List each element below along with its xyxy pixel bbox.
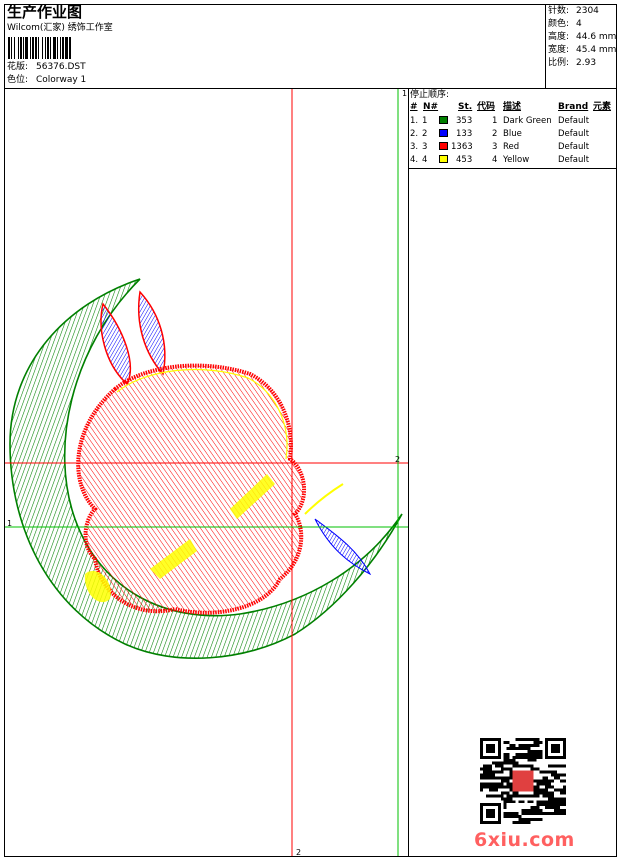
color-swatch (439, 142, 448, 150)
colors-value: 4 (576, 19, 582, 29)
height-value: 44.6 mm (576, 32, 617, 42)
colors-label: 颜色: (548, 19, 570, 29)
col-element: 元素 (593, 102, 612, 112)
colorway-value: Colorway 1 (36, 75, 87, 85)
guide-label: 1 (7, 519, 13, 528)
row-num: 1. (410, 116, 419, 126)
row-desc: Red (503, 142, 520, 152)
width-value: 45.4 mm (576, 45, 617, 55)
row-stitches: 453 (456, 155, 473, 165)
row-stitches: 353 (456, 116, 473, 126)
design-label: 花版: (7, 62, 29, 72)
row-stitches: 133 (456, 129, 473, 139)
row-brand: Default (558, 116, 590, 126)
barcode-icon (8, 37, 71, 59)
row-brand: Default (558, 155, 590, 165)
row-n: 1 (422, 116, 428, 126)
stop-sequence-title: 停止顺序: (410, 90, 450, 100)
scale-label: 比例: (548, 58, 570, 68)
embroidery-preview (5, 89, 408, 856)
embroidery-design (5, 89, 408, 856)
col-code: 代码 (477, 102, 496, 112)
watermark: 6xiu.com (474, 829, 575, 851)
color-swatch (439, 155, 448, 163)
col-n: N# (423, 102, 439, 112)
color-swatch (439, 116, 448, 124)
row-code: 4 (492, 155, 498, 165)
design-file: 56376.DST (36, 62, 86, 72)
color-swatch (439, 129, 448, 137)
row-code: 3 (492, 142, 498, 152)
stitch-count-label: 针数: (548, 6, 570, 16)
row-stitches: 1363 (451, 142, 473, 152)
row-num: 4. (410, 155, 419, 165)
row-desc: Dark Green (503, 116, 552, 126)
row-num: 2. (410, 129, 419, 139)
col-desc: 描述 (503, 102, 522, 112)
stats-divider (545, 4, 546, 89)
row-code: 2 (492, 129, 498, 139)
left-ear (100, 302, 132, 386)
qr-code-icon (480, 738, 566, 824)
page-title: 生产作业图 (7, 3, 83, 21)
right-ear (137, 290, 166, 376)
row-brand: Default (558, 129, 590, 139)
stitch-count-value: 2304 (576, 6, 599, 16)
table-divider (408, 168, 617, 169)
colorway-label: 色位: (7, 75, 29, 85)
row-n: 3 (422, 142, 428, 152)
col-hash: # (410, 102, 418, 112)
col-brand: Brand (558, 102, 589, 112)
row-brand: Default (558, 142, 590, 152)
guide-label: 2 (395, 455, 401, 464)
scale-value: 2.93 (576, 58, 597, 68)
row-n: 4 (422, 155, 428, 165)
guide-label: 2 (296, 848, 302, 857)
row-n: 2 (422, 129, 428, 139)
small-leaf-stem (304, 483, 344, 515)
company-name: Wilcom(汇家) 绣饰工作室 (7, 23, 113, 33)
rabbit-head (76, 363, 307, 615)
col-st: St. (458, 102, 473, 112)
height-label: 高度: (548, 32, 570, 42)
row-code: 1 (492, 116, 498, 126)
width-label: 宽度: (548, 45, 570, 55)
row-desc: Yellow (503, 155, 530, 165)
canvas-divider (408, 88, 409, 857)
guide-label: 1 (402, 89, 408, 98)
row-desc: Blue (503, 129, 522, 139)
row-num: 3. (410, 142, 419, 152)
